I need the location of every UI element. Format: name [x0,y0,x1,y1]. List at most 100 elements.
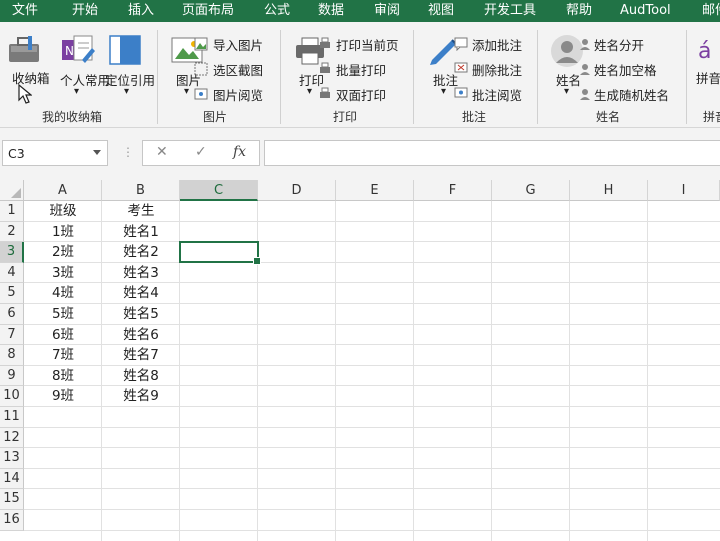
row-header-2[interactable]: 2 [0,221,24,243]
delete-comment-button[interactable]: 删除批注 [472,60,522,79]
row-header-12[interactable]: 12 [0,427,24,449]
active-cell-c3[interactable] [179,241,261,265]
menu-page-layout[interactable]: 页面布局 [182,0,234,22]
cell-b4[interactable]: 姓名3 [102,263,180,283]
menu-insert[interactable]: 插入 [128,0,154,22]
row-header-3[interactable]: 3 [0,242,24,263]
row-header-8[interactable]: 8 [0,345,24,366]
batch-print-button[interactable]: 批量打印 [336,60,386,79]
row-header-13[interactable]: 13 [0,448,24,469]
column-header-c[interactable]: C [180,180,258,201]
cell-a8[interactable]: 7班 [24,345,102,365]
row-header-6[interactable]: 6 [0,304,24,325]
row-header-1[interactable]: 1 [0,201,24,222]
select-all-button[interactable] [0,180,24,201]
row-header-9[interactable]: 9 [0,365,24,387]
cell-a1[interactable]: 班级 [24,201,102,221]
chevron-down-icon: ▾ [441,86,447,97]
chevron-down-icon[interactable] [93,150,101,155]
personal-common-button[interactable]: 个人常用 [60,70,110,89]
row-header-5[interactable]: 5 [0,283,24,304]
group-label-print: 打印 [333,110,358,124]
menu-mail[interactable]: 邮件 [702,0,720,22]
cell-b10[interactable]: 姓名9 [102,386,180,406]
group-label-name: 姓名 [596,110,621,124]
insert-function-icon[interactable]: fx [233,144,246,160]
cell-a6[interactable]: 5班 [24,304,102,324]
menu-home[interactable]: 开始 [72,0,98,22]
menu-developer[interactable]: 开发工具 [484,0,536,22]
column-header-g[interactable]: G [492,180,570,201]
group-label-storage-box: 我的收纳箱 [42,110,103,124]
cell-b9[interactable]: 姓名8 [102,366,180,386]
svg-text:N: N [65,44,74,58]
row-header-4[interactable]: 4 [0,262,24,284]
view-comment-button[interactable]: 批注阅览 [472,85,522,104]
picture-view-button[interactable]: 图片阅览 [213,85,263,104]
cell-a10[interactable]: 9班 [24,386,102,406]
cell-b2[interactable]: 姓名1 [102,222,180,242]
grid-line [24,447,720,449]
row-header-7[interactable]: 7 [0,324,24,346]
column-header-h[interactable]: H [570,180,648,201]
cell-a4[interactable]: 3班 [24,263,102,283]
formula-buttons: ✕ ✓ fx [142,140,260,166]
grid-line [647,201,648,541]
row-header-16[interactable]: 16 [0,510,24,531]
print-current-page-button[interactable]: 打印当前页 [336,35,399,54]
menu-formulas[interactable]: 公式 [264,0,290,22]
cancel-icon[interactable]: ✕ [156,144,168,160]
menu-view[interactable]: 视图 [428,0,454,22]
column-header-b[interactable]: B [102,180,180,201]
menu-audtool[interactable]: AudTool [620,0,671,22]
cell-b3[interactable]: 姓名2 [102,242,180,262]
name-box-value: C3 [8,146,25,161]
import-picture-button[interactable]: 导入图片 [213,35,263,54]
cell-b1[interactable]: 考生 [102,201,180,221]
add-comment-button[interactable]: 添加批注 [472,35,522,54]
personal-common-icon: N [62,34,96,66]
duplex-print-button[interactable]: 双面打印 [336,85,386,104]
menu-file[interactable]: 文件 [12,0,38,22]
group-divider [157,30,158,124]
cell-b5[interactable]: 姓名4 [102,283,180,303]
name-box[interactable]: C3 [2,140,108,166]
group-divider [413,30,414,124]
column-header-d[interactable]: D [258,180,336,201]
group-label-comment: 批注 [462,110,487,124]
add-space-to-name-button[interactable]: 姓名加空格 [594,60,657,79]
column-header-a[interactable]: A [24,180,102,201]
row-header-11[interactable]: 11 [0,407,24,428]
menu-help[interactable]: 帮助 [566,0,592,22]
grid-line [569,201,570,541]
column-header-i[interactable]: I [648,180,720,201]
cell-a3[interactable]: 2班 [24,242,102,262]
mouse-cursor-icon [18,83,33,108]
grid-line [413,201,414,541]
cell-a2[interactable]: 1班 [24,222,102,242]
menu-review[interactable]: 审阅 [374,0,400,22]
formula-bar-splitter[interactable]: ⋮ [122,145,134,159]
split-name-button[interactable]: 姓名分开 [594,35,644,54]
enter-icon[interactable]: ✓ [195,144,207,160]
cell-a9[interactable]: 8班 [24,366,102,386]
formula-input[interactable] [264,140,720,166]
cell-b7[interactable]: 姓名6 [102,325,180,345]
cell-a7[interactable]: 6班 [24,325,102,345]
column-header-e[interactable]: E [336,180,414,201]
pinyin-button[interactable]: 拼音画 [696,70,720,87]
menu-data[interactable]: 数据 [318,0,344,22]
chevron-down-icon: ▾ [124,86,130,97]
group-divider [280,30,281,124]
row-header-14[interactable]: 14 [0,468,24,490]
cell-a5[interactable]: 4班 [24,283,102,303]
cell-b6[interactable]: 姓名5 [102,304,180,324]
generate-random-name-button[interactable]: 生成随机姓名 [594,85,669,104]
row-header-10[interactable]: 10 [0,386,24,407]
row-header-15[interactable]: 15 [0,489,24,510]
column-header-f[interactable]: F [414,180,492,201]
menu-bar: 文件 开始 插入 页面布局 公式 数据 审阅 视图 开发工具 帮助 AudToo… [0,0,720,22]
selection-screenshot-button[interactable]: 选区截图 [213,60,263,79]
cell-b8[interactable]: 姓名7 [102,345,180,365]
locate-reference-button[interactable]: 定位引用 [105,70,155,89]
